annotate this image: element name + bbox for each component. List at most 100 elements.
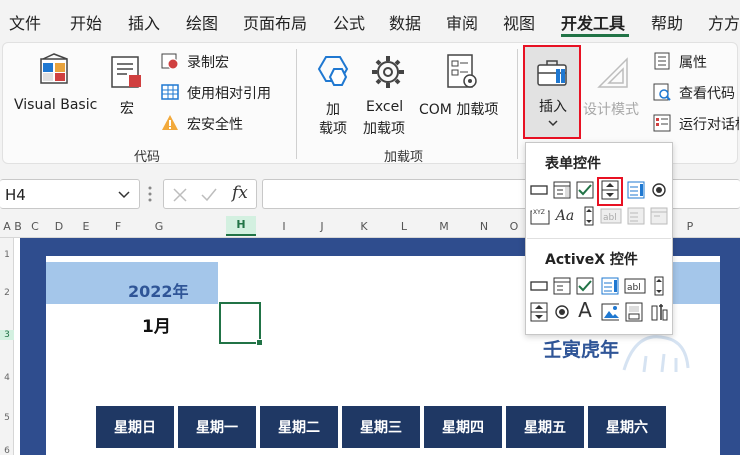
design-mode-button[interactable]: 设计模式 <box>583 49 647 119</box>
form-option-button-icon[interactable] <box>650 181 668 199</box>
tab-draw[interactable]: 绘图 <box>186 10 218 34</box>
tab-home[interactable]: 开始 <box>70 10 102 34</box>
activex-label-icon[interactable]: A <box>576 298 594 322</box>
form-scroll-bar-icon[interactable] <box>580 206 598 226</box>
row-header[interactable]: 2 <box>0 288 14 298</box>
tab-fangfang[interactable]: 方方 <box>708 10 740 34</box>
fx-insert-function[interactable]: fx <box>232 183 248 203</box>
run-dialog-button[interactable]: 运行对话框 <box>653 113 739 133</box>
run-dialog-icon <box>653 114 671 132</box>
tab-help[interactable]: 帮助 <box>651 10 683 34</box>
cancel-icon[interactable] <box>172 187 188 203</box>
column-header[interactable]: C <box>29 220 41 233</box>
column-header[interactable]: G <box>152 220 166 233</box>
column-header[interactable]: N <box>477 220 491 233</box>
form-spin-button-icon[interactable] <box>601 180 619 200</box>
tab-insert[interactable]: 插入 <box>128 10 160 34</box>
form-list-box-icon[interactable] <box>627 181 645 199</box>
chevron-down-icon <box>548 120 558 127</box>
column-header[interactable]: K <box>357 220 371 233</box>
properties-label: 属性 <box>679 55 707 71</box>
visual-basic-label: Visual Basic <box>14 97 98 113</box>
view-code-button[interactable]: 查看代码 <box>653 82 739 102</box>
tab-file[interactable]: 文件 <box>9 10 41 34</box>
activex-checkbox-icon[interactable] <box>576 277 594 295</box>
addins-group-label: 加载项 <box>384 150 424 165</box>
row-header[interactable]: 1 <box>0 250 14 260</box>
activex-text-box-icon[interactable]: abl <box>624 277 646 295</box>
activex-command-button-icon[interactable] <box>530 277 548 295</box>
activex-controls-title: ActiveX 控件 <box>545 252 638 268</box>
addins-label-2: 载项 <box>319 121 347 137</box>
column-header[interactable]: O <box>507 220 521 233</box>
activex-list-box-icon[interactable] <box>601 277 619 295</box>
activex-more-controls-icon[interactable] <box>650 303 668 321</box>
formula-buttons: fx <box>163 179 257 209</box>
column-header[interactable]: L <box>397 220 411 233</box>
column-header-selected[interactable]: H <box>226 216 256 236</box>
form-combo-box-icon[interactable] <box>553 181 571 199</box>
group-divider <box>517 49 518 159</box>
tab-review[interactable]: 审阅 <box>446 10 478 34</box>
dropdown-divider <box>527 238 671 239</box>
header-band-right <box>672 262 720 304</box>
tab-data[interactable]: 数据 <box>389 10 421 34</box>
month-label: 1月 <box>142 317 171 337</box>
view-code-icon <box>653 83 671 101</box>
confirm-check-icon[interactable] <box>200 187 218 203</box>
macro-security-label: 宏安全性 <box>187 117 243 133</box>
column-header[interactable]: M <box>437 220 451 233</box>
properties-button[interactable]: 属性 <box>653 51 739 71</box>
weekday-header: 星期六 <box>588 406 668 448</box>
year-label: 2022年 <box>128 282 189 301</box>
form-button-control-icon[interactable] <box>530 181 548 199</box>
active-tab-underline <box>561 34 629 37</box>
com-addins-label: COM 加载项 <box>419 102 499 118</box>
activex-image-icon[interactable] <box>601 303 619 321</box>
column-header[interactable]: B <box>12 220 24 233</box>
column-header[interactable]: D <box>52 220 66 233</box>
tab-developer[interactable]: 开发工具 <box>561 10 625 34</box>
column-header[interactable]: E <box>79 220 93 233</box>
insert-controls-button[interactable]: 插入 <box>523 45 581 139</box>
activex-toggle-button-icon[interactable] <box>625 302 643 322</box>
macro-security-button[interactable]: 宏安全性 <box>161 113 271 133</box>
tab-view[interactable]: 视图 <box>503 10 535 34</box>
menu-bar: 文件 开始 插入 绘图 页面布局 公式 数据 审阅 视图 开发工具 帮助 方方 <box>0 0 740 40</box>
form-group-box-icon[interactable]: XYZ <box>530 207 550 225</box>
activex-spin-button-icon[interactable] <box>530 302 548 322</box>
excel-addins-button[interactable]: Excel 加载项 <box>361 49 417 137</box>
activex-scroll-bar-icon[interactable] <box>650 276 668 296</box>
column-header[interactable]: F <box>111 220 125 233</box>
row-header[interactable]: 4 <box>0 373 14 383</box>
relative-ref-button[interactable]: 使用相对引用 <box>161 82 291 102</box>
relative-ref-label: 使用相对引用 <box>187 86 271 102</box>
column-header[interactable]: J <box>315 220 329 233</box>
weekday-header: 星期二 <box>260 406 340 448</box>
name-box[interactable]: H4 <box>0 179 140 209</box>
row-header[interactable]: 5 <box>0 413 14 423</box>
drag-handle-icon[interactable] <box>147 185 153 203</box>
macro-button[interactable]: 宏 <box>103 49 151 119</box>
column-header[interactable]: I <box>277 220 291 233</box>
excel-addins-label-1: Excel <box>366 99 404 115</box>
addins-button[interactable]: 加 载项 <box>308 49 358 137</box>
activex-combo-box-icon[interactable] <box>553 277 571 295</box>
toolbox-icon <box>537 60 567 86</box>
record-macro-button[interactable]: 录制宏 <box>161 51 281 71</box>
visual-basic-button[interactable]: Visual Basic <box>13 49 99 119</box>
activex-option-button-icon[interactable] <box>553 303 571 321</box>
form-label-icon[interactable]: Aa <box>554 207 576 225</box>
form-checkbox-icon[interactable] <box>576 181 594 199</box>
table-grid-icon <box>161 84 179 100</box>
tab-formulas[interactable]: 公式 <box>333 10 365 34</box>
com-addins-button[interactable]: COM 加载项 <box>417 49 507 119</box>
weekday-header: 星期三 <box>342 406 422 448</box>
column-header[interactable]: P <box>683 220 697 233</box>
abl-text: abl <box>603 213 617 223</box>
selected-cell-h4[interactable] <box>219 302 263 346</box>
fill-handle[interactable] <box>256 339 263 346</box>
tab-page-layout[interactable]: 页面布局 <box>243 10 307 34</box>
chevron-down-icon[interactable] <box>118 191 130 199</box>
row-header-selected[interactable]: 3 <box>0 330 14 340</box>
